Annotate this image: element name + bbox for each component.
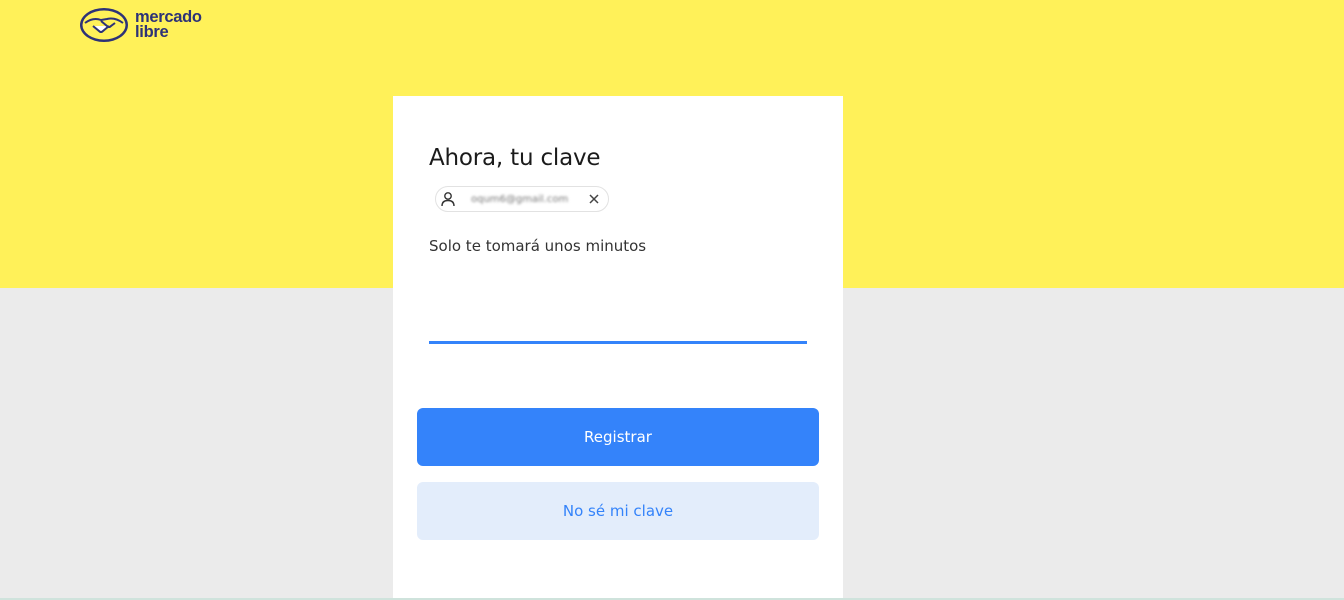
account-chip: oqum6@gmail.com [435, 186, 609, 212]
mercadolibre-logo[interactable]: mercado libre [79, 6, 202, 44]
password-input[interactable] [429, 303, 807, 344]
account-email: oqum6@gmail.com [471, 193, 569, 205]
login-card: Ahora, tu clave oqum6@gmail.com Solo te … [393, 96, 843, 600]
logo-word-libre: libre [135, 23, 169, 41]
register-button[interactable]: Registrar [417, 408, 819, 466]
handshake-icon [80, 8, 128, 42]
page-title: Ahora, tu clave [429, 145, 601, 171]
user-icon [435, 186, 461, 212]
close-icon[interactable] [588, 193, 600, 205]
logo-wordmark: mercado libre [135, 9, 202, 41]
login-page: mercado libre Ahora, tu clave oqum6@gmai… [0, 0, 1344, 600]
forgot-password-button[interactable]: No sé mi clave [417, 482, 819, 540]
subtitle-text: Solo te tomará unos minutos [429, 237, 647, 255]
